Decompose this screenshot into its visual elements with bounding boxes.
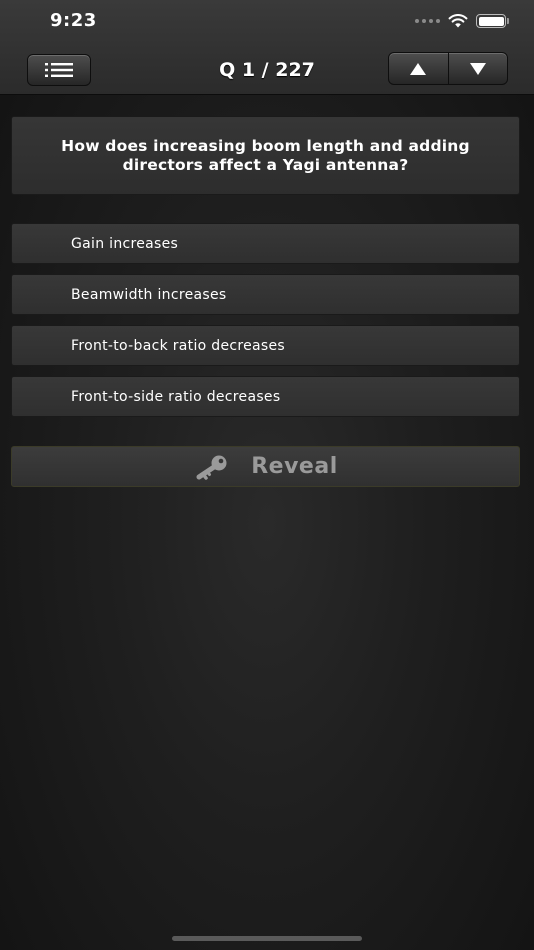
question-text: How does increasing boom length and addi…	[61, 136, 470, 174]
top-bar: 9:23 Q 1 / 227	[0, 0, 534, 95]
question-card: How does increasing boom length and addi…	[11, 116, 520, 195]
arrow-up-icon	[410, 62, 427, 75]
previous-question-button[interactable]	[389, 53, 448, 84]
answer-label: Beamwidth increases	[71, 286, 227, 303]
answer-label: Front-to-back ratio decreases	[71, 337, 286, 354]
battery-icon	[476, 14, 509, 28]
answer-option-2[interactable]: Beamwidth increases	[11, 274, 520, 315]
answer-option-4[interactable]: Front-to-side ratio decreases	[11, 376, 520, 417]
reveal-label: Reveal	[251, 454, 338, 479]
reveal-button[interactable]: Reveal	[11, 446, 520, 487]
arrow-down-icon	[469, 62, 486, 75]
home-indicator[interactable]	[172, 936, 362, 941]
key-icon	[196, 455, 227, 480]
answer-option-1[interactable]: Gain increases	[11, 223, 520, 264]
question-nav-group	[388, 52, 508, 85]
status-time: 9:23	[50, 10, 97, 31]
answer-label: Gain increases	[71, 235, 179, 252]
answer-option-3[interactable]: Front-to-back ratio decreases	[11, 325, 520, 366]
cellular-signal-icon	[415, 19, 440, 23]
wifi-icon	[448, 14, 468, 28]
answer-label: Front-to-side ratio decreases	[71, 388, 281, 405]
status-icons	[415, 14, 509, 28]
next-question-button[interactable]	[447, 53, 508, 84]
